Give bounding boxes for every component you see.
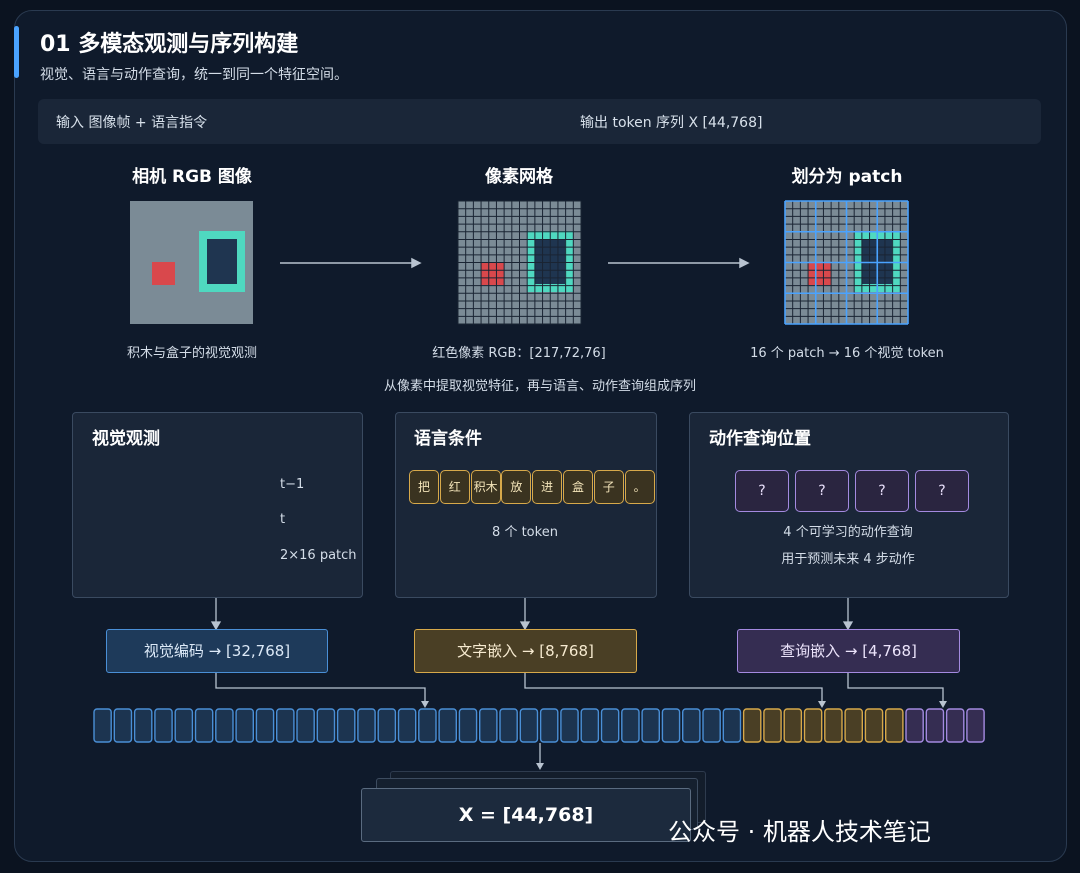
sequence-vision-token bbox=[438, 708, 458, 743]
arrowhead-text-seq bbox=[818, 701, 826, 708]
red-block bbox=[152, 262, 175, 285]
caption-patch: 16 个 patch → 16 个视觉 token bbox=[750, 346, 944, 361]
action-query-token: ? bbox=[855, 470, 909, 512]
sequence-vision-token bbox=[235, 708, 255, 743]
grid-red-block bbox=[481, 262, 504, 285]
arrowhead-vision-seq bbox=[421, 701, 429, 708]
sequence-vision-token bbox=[174, 708, 194, 743]
sequence-text-token bbox=[742, 708, 762, 743]
language-token: 红 bbox=[439, 470, 470, 504]
sequence-query-token bbox=[966, 708, 985, 743]
sequence-vision-token bbox=[296, 708, 315, 743]
sequence-query-token bbox=[905, 708, 924, 743]
sequence-vision-token bbox=[722, 708, 742, 743]
sequence-vision-token bbox=[539, 708, 559, 743]
sequence-vision-token bbox=[580, 708, 600, 743]
sequence-vision-token bbox=[336, 708, 356, 743]
action-query-token: ? bbox=[795, 470, 849, 512]
query-embedding-box: 查询嵌入 → [4,768] bbox=[737, 629, 960, 673]
sequence-vision-token bbox=[113, 708, 133, 743]
teal-box bbox=[199, 231, 245, 292]
diagram-canvas: 01 多模态观测与序列构建 视觉、语言与动作查询，统一到同一个特征空间。 输入 … bbox=[0, 0, 1080, 873]
sequence-vision-token bbox=[682, 708, 701, 743]
sequence-vision-token bbox=[479, 708, 498, 743]
sequence-vision-token bbox=[276, 708, 295, 743]
sequence-vision-token bbox=[458, 708, 478, 743]
sequence-vision-token bbox=[357, 708, 376, 743]
action-query-token: ? bbox=[915, 470, 969, 512]
sequence-text-token bbox=[844, 708, 863, 743]
language-token: 积木 bbox=[470, 470, 501, 504]
sequence-text-token bbox=[803, 708, 823, 743]
sequence-vision-token bbox=[418, 708, 437, 743]
sequence-vision-token bbox=[397, 708, 417, 743]
arrowhead-query-seq bbox=[939, 701, 947, 708]
sequence-vision-token bbox=[661, 708, 681, 743]
panel-action-title: 动作查询位置 bbox=[709, 429, 811, 449]
arrowhead-vision-panel bbox=[210, 621, 222, 631]
patch-image bbox=[784, 200, 909, 325]
panel-language-title: 语言条件 bbox=[414, 429, 482, 449]
sequence-text-token bbox=[783, 708, 803, 743]
caption-rgb: 积木与盒子的视觉观测 bbox=[126, 346, 257, 361]
sequence-vision-token bbox=[560, 708, 579, 743]
arrowhead-result bbox=[536, 763, 544, 770]
vision-embedding-box: 视觉编码 → [32,768] bbox=[106, 629, 328, 673]
sequence-vision-token bbox=[154, 708, 173, 743]
rgb-image bbox=[130, 201, 253, 324]
action-query-token: ? bbox=[735, 470, 789, 512]
sequence-query-token bbox=[925, 708, 945, 743]
middle-caption: 从像素中提取视觉特征，再与语言、动作查询组成序列 bbox=[383, 379, 696, 394]
action-caption-2: 用于预测未来 4 步动作 bbox=[781, 552, 915, 567]
label-t-minus-1: t−1 bbox=[280, 477, 305, 492]
sequence-vision-token bbox=[93, 708, 112, 743]
text-embedding-box: 文字嵌入 → [8,768] bbox=[414, 629, 637, 673]
caption-grid: 红色像素 RGB：[217,72,76] bbox=[432, 346, 606, 361]
panel-connectors bbox=[210, 597, 854, 631]
sequence-text-token bbox=[885, 708, 904, 743]
sequence-vision-token bbox=[215, 708, 234, 743]
arrowhead-action-panel bbox=[842, 621, 854, 631]
sequence-vision-token bbox=[255, 708, 275, 743]
sequence-vision-token bbox=[316, 708, 336, 743]
connector-vision-embed bbox=[215, 672, 426, 703]
arrowhead-rgb-to-grid bbox=[411, 257, 422, 269]
patch-red-block bbox=[808, 262, 831, 285]
sequence-vision-token bbox=[194, 708, 214, 743]
sequence-vision-token bbox=[600, 708, 620, 743]
language-token: 把 bbox=[409, 470, 439, 504]
language-token: 子 bbox=[593, 470, 624, 504]
sequence-vision-token bbox=[133, 708, 153, 743]
sequence-vision-token bbox=[519, 708, 539, 743]
language-token: 盒 bbox=[563, 470, 593, 504]
arrowhead-language-panel bbox=[519, 621, 531, 631]
language-token: 进 bbox=[532, 470, 563, 504]
result-box: X = [44,768] bbox=[361, 788, 691, 842]
sequence-query-token bbox=[945, 708, 965, 743]
sequence-vision-token bbox=[499, 708, 518, 743]
pixel-grid-image bbox=[457, 200, 582, 325]
watermark: 公众号 · 机器人技术笔记 bbox=[668, 818, 931, 846]
language-caption: 8 个 token bbox=[492, 525, 558, 540]
arrowhead-grid-to-patch bbox=[739, 257, 750, 269]
sequence-vision-token bbox=[702, 708, 721, 743]
label-patch-count: 2×16 patch bbox=[280, 548, 357, 563]
connector-text-embed bbox=[524, 672, 823, 703]
sequence-vision-token bbox=[621, 708, 640, 743]
connector-query-embed bbox=[847, 672, 944, 703]
panel-vision-title: 视觉观测 bbox=[92, 429, 160, 449]
sequence-text-token bbox=[763, 708, 782, 743]
language-token: 放 bbox=[501, 470, 532, 504]
sequence-vision-token bbox=[377, 708, 397, 743]
label-t: t bbox=[280, 512, 286, 527]
action-caption-1: 4 个可学习的动作查询 bbox=[783, 525, 913, 540]
sequence-vision-token bbox=[641, 708, 660, 743]
token-sequence bbox=[93, 708, 985, 743]
sequence-text-token bbox=[864, 708, 884, 743]
sequence-text-token bbox=[824, 708, 843, 743]
language-token: 。 bbox=[624, 470, 655, 504]
